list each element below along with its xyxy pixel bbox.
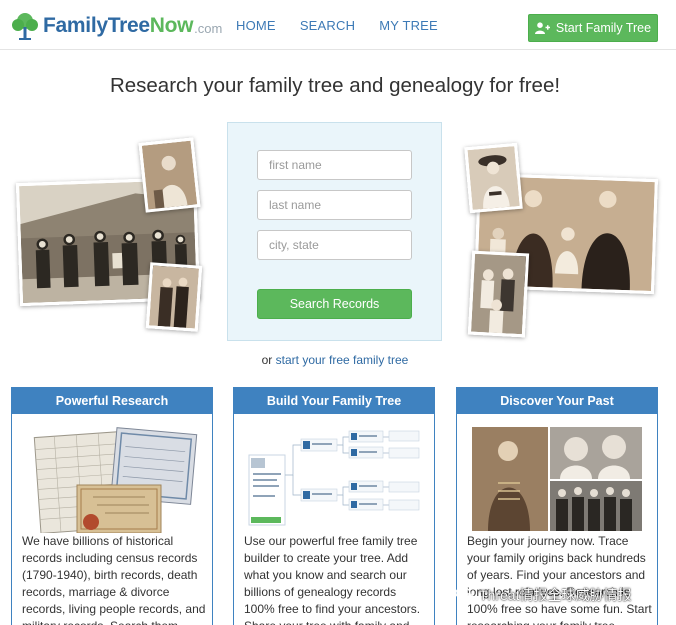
couple-portrait-photo-image xyxy=(148,265,200,329)
family-tree-builder-image xyxy=(245,425,423,533)
start-family-tree-button[interactable]: Start Family Tree xyxy=(528,14,658,42)
site-logo[interactable]: FamilyTree Now .com xyxy=(10,10,222,42)
couple-portrait-photo xyxy=(145,262,203,332)
main-nav: HOME SEARCH MY TREE xyxy=(236,18,438,33)
nav-search[interactable]: SEARCH xyxy=(300,18,355,33)
search-records-button[interactable]: Search Records xyxy=(257,289,412,319)
child-portrait-photo-image xyxy=(141,140,198,210)
ancestor-photos-image xyxy=(468,425,646,533)
add-user-icon xyxy=(534,22,550,34)
girl-with-hat-photo-image xyxy=(467,146,520,210)
girl-with-hat-photo xyxy=(464,142,523,214)
children-group-photo-image xyxy=(470,253,527,335)
search-form: Search Records xyxy=(227,122,442,341)
nav-my-tree[interactable]: MY TREE xyxy=(379,18,438,33)
wechat-icon xyxy=(455,586,474,603)
nav-home[interactable]: HOME xyxy=(236,18,276,33)
historical-records-image xyxy=(23,425,201,533)
card-title: Powerful Research xyxy=(12,388,212,414)
start-tree-prompt: or start your free family tree xyxy=(0,353,670,367)
location-input[interactable] xyxy=(257,230,412,260)
site-header: FamilyTree Now .com HOME SEARCH MY TREE … xyxy=(0,0,676,50)
child-portrait-photo xyxy=(138,137,201,213)
logo-com-text: .com xyxy=(194,21,223,36)
family-tree-builder-image-art xyxy=(245,425,423,533)
start-free-tree-link[interactable]: start your free family tree xyxy=(276,353,409,367)
first-name-input[interactable] xyxy=(257,150,412,180)
ancestor-photos-image-art xyxy=(468,425,646,533)
card-title: Build Your Family Tree xyxy=(234,388,434,414)
last-name-input[interactable] xyxy=(257,190,412,220)
logo-now-text: Now xyxy=(149,14,194,37)
watermark-text: Threat情报全球威胁情报 xyxy=(479,587,632,603)
card-build-family-tree: Build Your Family Tree Use our powerful … xyxy=(233,387,435,625)
page-title: Research your family tree and genealogy … xyxy=(109,74,561,97)
tree-icon xyxy=(12,13,38,40)
children-group-photo xyxy=(467,250,530,338)
card-title: Discover Your Past xyxy=(457,388,657,414)
card-description: We have billions of historical records i… xyxy=(22,534,206,625)
historical-records-image-art xyxy=(23,425,201,533)
card-powerful-research: Powerful Research We have billions of hi… xyxy=(11,387,213,625)
or-text: or xyxy=(261,353,273,367)
card-description: Use our powerful free family tree builde… xyxy=(244,534,421,625)
card-description: Begin your journey now. Trace your famil… xyxy=(467,534,652,625)
wechat-watermark: Threat情报全球威胁情报 xyxy=(455,585,631,605)
logo-family-text: FamilyTree xyxy=(43,14,150,37)
start-family-tree-label: Start Family Tree xyxy=(555,21,652,35)
